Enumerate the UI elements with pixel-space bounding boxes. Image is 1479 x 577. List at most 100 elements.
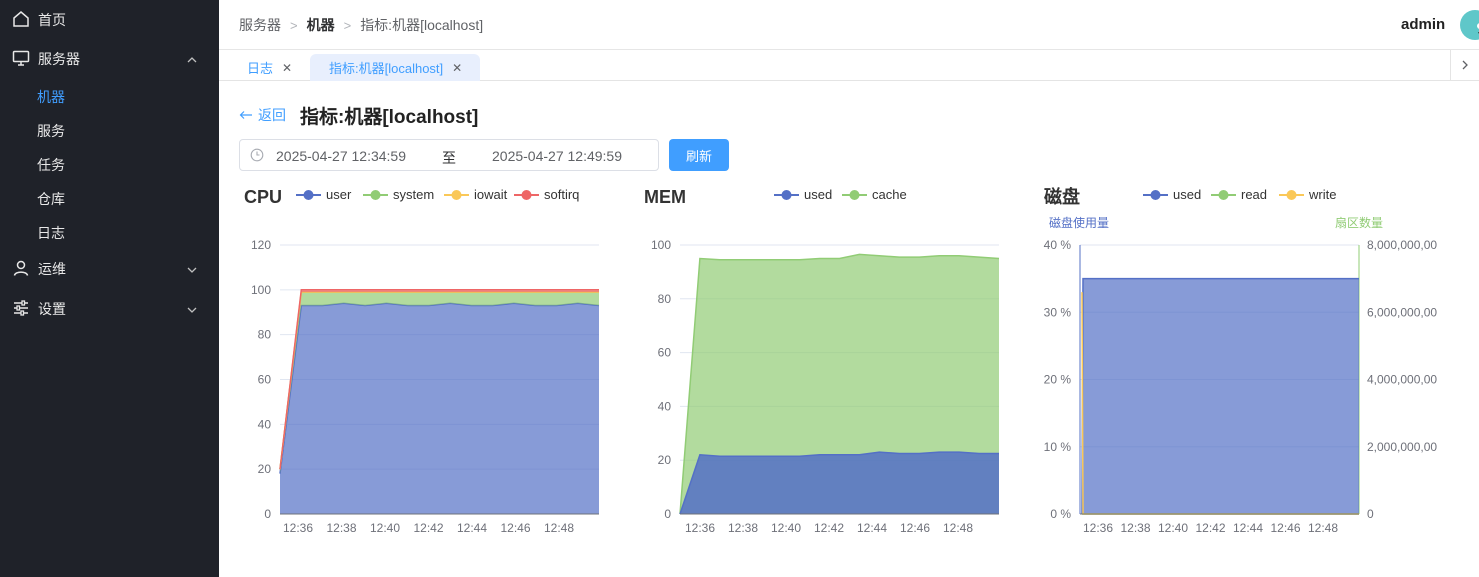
sidebar-item-server[interactable]: 服务器 bbox=[0, 39, 219, 79]
sidebar-item-settings[interactable]: 设置 bbox=[0, 289, 219, 329]
chart-title: MEM bbox=[644, 187, 686, 207]
legend-label: write bbox=[1308, 187, 1336, 202]
x-tick-label: 12:42 bbox=[814, 521, 844, 535]
y-tick-label: 120 bbox=[251, 238, 271, 252]
legend-marker-dot bbox=[303, 190, 314, 200]
x-tick-label: 12:44 bbox=[857, 521, 887, 535]
legend-label: used bbox=[1173, 187, 1201, 202]
x-tick-label: 12:36 bbox=[283, 521, 313, 535]
close-icon[interactable]: ✕ bbox=[282, 61, 292, 75]
mem-chart-svg: MEM used cache 0 20 40 60 80 100 12:36 12:38 12:40 1… bbox=[644, 187, 1000, 535]
date-end-input[interactable]: 2025-04-27 12:49:59 bbox=[492, 148, 622, 164]
y-left-tick-label: 10 % bbox=[1044, 440, 1072, 454]
x-tick-label: 12:36 bbox=[685, 521, 715, 535]
y-right-tick-label: 0 bbox=[1367, 507, 1374, 521]
sidebar-item-task[interactable]: 任务 bbox=[0, 147, 219, 181]
sidebar-subitem-label: 服务 bbox=[37, 123, 65, 139]
user-name[interactable]: admin bbox=[1401, 16, 1445, 33]
sliders-icon bbox=[14, 300, 28, 316]
legend-label: user bbox=[326, 187, 352, 202]
sidebar-item-log[interactable]: 日志 bbox=[0, 215, 219, 249]
x-tick-label: 12:38 bbox=[1120, 521, 1150, 535]
x-tick-label: 12:48 bbox=[943, 521, 973, 535]
tabs-scroll-right-button[interactable] bbox=[1450, 50, 1479, 80]
chevron-down-icon bbox=[187, 267, 197, 273]
tab-label: 日志 bbox=[247, 61, 274, 76]
back-button[interactable]: 返回 bbox=[239, 105, 286, 125]
x-tick-label: 12:38 bbox=[728, 521, 758, 535]
legend-marker-dot bbox=[781, 190, 792, 200]
x-tick-label: 12:40 bbox=[1158, 521, 1188, 535]
x-tick-label: 12:36 bbox=[1083, 521, 1113, 535]
legend-marker-dot bbox=[1150, 190, 1161, 200]
sidebar-item-home[interactable]: 首页 bbox=[0, 0, 219, 40]
breadcrumb-item[interactable]: 服务器 bbox=[239, 15, 281, 35]
y-tick-label: 40 bbox=[258, 417, 272, 431]
y-left-tick-label: 0 % bbox=[1050, 507, 1071, 521]
page-title: 指标:机器[localhost] bbox=[300, 107, 479, 128]
left-axis-name: 磁盘使用量 bbox=[1049, 215, 1109, 230]
x-tick-label: 12:46 bbox=[1270, 521, 1300, 535]
y-tick-label: 100 bbox=[651, 238, 671, 252]
y-tick-label: 20 bbox=[658, 453, 672, 467]
y-left-tick-label: 20 % bbox=[1044, 373, 1072, 387]
sidebar-item-repository[interactable]: 仓库 bbox=[0, 181, 219, 215]
y-tick-label: 80 bbox=[258, 328, 272, 342]
sidebar: 首页 服务器 机器 服务 任务 仓库 日志 运维 设置 bbox=[0, 0, 219, 577]
sidebar-subitem-label: 日志 bbox=[37, 225, 65, 241]
x-tick-label: 12:40 bbox=[771, 521, 801, 535]
y-right-tick-label: 4,000,000,00 bbox=[1367, 373, 1437, 387]
legend-label: iowait bbox=[474, 187, 508, 202]
sidebar-item-service[interactable]: 服务 bbox=[0, 113, 219, 147]
arrow-left-icon bbox=[239, 111, 252, 119]
legend-label: cache bbox=[872, 187, 907, 202]
sidebar-item-ops[interactable]: 运维 bbox=[0, 249, 219, 289]
date-range-separator: 至 bbox=[442, 150, 456, 166]
legend-label: softirq bbox=[544, 187, 579, 202]
x-tick-label: 12:38 bbox=[326, 521, 356, 535]
chart-title: CPU bbox=[244, 187, 282, 207]
cpu-chart: CPU user system iowait softirq 0 20 40 60 80 100 12… bbox=[239, 183, 619, 543]
breadcrumb-item: 指标:机器[localhost] bbox=[360, 17, 484, 33]
sidebar-item-label: 设置 bbox=[38, 301, 66, 317]
y-tick-label: 60 bbox=[258, 373, 272, 387]
disk-chart-svg: 磁盘 used read write 磁盘使用量 扇区数量 0 % 0 10 % 2,000,00… bbox=[1044, 186, 1438, 535]
tab-log[interactable]: 日志 ✕ bbox=[233, 54, 306, 81]
legend-marker-dot bbox=[1286, 190, 1297, 200]
legend-label: used bbox=[804, 187, 832, 202]
y-right-tick-label: 2,000,000,00 bbox=[1367, 440, 1437, 454]
breadcrumb-item[interactable]: 机器 bbox=[307, 15, 335, 35]
date-start-input[interactable]: 2025-04-27 12:34:59 bbox=[276, 148, 406, 164]
x-tick-label: 12:42 bbox=[1195, 521, 1225, 535]
header: 服务器 > 机器 > 指标:机器[localhost] admin bbox=[219, 0, 1479, 50]
y-right-tick-label: 6,000,000,00 bbox=[1367, 305, 1437, 319]
y-left-tick-label: 40 % bbox=[1044, 238, 1072, 252]
series-area-used bbox=[680, 452, 999, 514]
x-tick-label: 12:40 bbox=[370, 521, 400, 535]
refresh-button[interactable]: 刷新 bbox=[669, 139, 729, 171]
series-area-used bbox=[1082, 278, 1359, 514]
tab-metrics[interactable]: 指标:机器[localhost] ✕ bbox=[310, 54, 480, 81]
y-tick-label: 80 bbox=[658, 292, 672, 306]
cpu-chart-svg: CPU user system iowait softirq 0 20 40 60 80 100 12… bbox=[244, 187, 600, 535]
avatar[interactable] bbox=[1460, 10, 1479, 40]
y-tick-label: 40 bbox=[658, 399, 672, 413]
monitor-icon bbox=[12, 50, 30, 66]
breadcrumb: 服务器 > 机器 > 指标:机器[localhost] bbox=[239, 15, 483, 35]
avatar-icon bbox=[1477, 23, 1479, 34]
chevron-up-icon bbox=[187, 57, 197, 63]
series-area-user bbox=[280, 303, 599, 514]
legend-marker-dot bbox=[1218, 190, 1229, 200]
clock-icon bbox=[250, 148, 264, 162]
sidebar-item-machine[interactable]: 机器 bbox=[0, 79, 219, 113]
close-icon[interactable]: ✕ bbox=[452, 61, 462, 75]
legend-marker-dot bbox=[451, 190, 462, 200]
y-tick-label: 20 bbox=[258, 462, 272, 476]
chevron-right-icon bbox=[1462, 60, 1468, 70]
date-range-picker[interactable]: 2025-04-27 12:34:59 至 2025-04-27 12:49:5… bbox=[239, 139, 659, 171]
sidebar-item-label: 首页 bbox=[38, 12, 66, 28]
y-right-tick-label: 8,000,000,00 bbox=[1367, 238, 1437, 252]
user-icon bbox=[13, 260, 29, 276]
chevron-down-icon bbox=[187, 307, 197, 313]
back-label: 返回 bbox=[258, 107, 286, 123]
